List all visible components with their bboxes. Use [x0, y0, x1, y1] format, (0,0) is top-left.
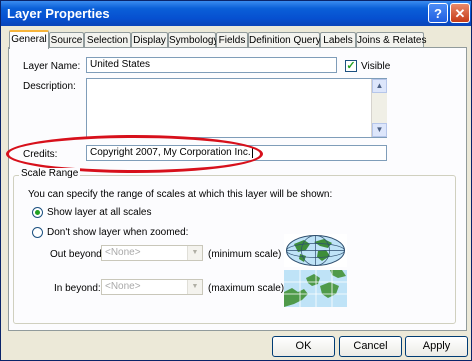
tab-fields[interactable]: Fields: [216, 32, 248, 48]
out-beyond-hint: (minimum scale): [208, 249, 282, 260]
description-label: Description:: [23, 81, 76, 92]
scroll-down-icon[interactable]: ▼: [372, 123, 387, 137]
scale-range-intro: You can specify the range of scales at w…: [28, 189, 333, 200]
in-beyond-hint: (maximum scale): [208, 283, 285, 294]
close-button[interactable]: ✕: [450, 3, 470, 23]
dont-show-zoomed-radio[interactable]: [32, 227, 43, 238]
visible-label: Visible: [361, 61, 391, 72]
title-bar[interactable]: Layer Properties ? ✕: [1, 1, 471, 26]
cancel-button[interactable]: Cancel: [339, 336, 402, 357]
window-title: Layer Properties: [7, 6, 110, 21]
map-zoomed-icon: [284, 270, 347, 307]
tab-symbology[interactable]: Symbology: [168, 32, 218, 48]
visible-checkbox[interactable]: ✓: [345, 60, 357, 72]
tab-source[interactable]: Source: [49, 32, 84, 48]
out-beyond-value: <None>: [105, 247, 141, 258]
layer-properties-dialog: Layer Properties ? ✕ General Source Sele…: [0, 0, 472, 361]
apply-button[interactable]: Apply: [405, 336, 468, 357]
globe-icon: [284, 234, 347, 267]
tab-joins-relates[interactable]: Joins & Relates: [356, 32, 426, 48]
description-field[interactable]: [86, 78, 387, 138]
in-beyond-select[interactable]: <None> ▼: [101, 279, 203, 295]
scale-range-group-label: Scale Range: [19, 168, 81, 179]
tab-selection[interactable]: Selection: [84, 32, 131, 48]
layer-name-label: Layer Name:: [23, 61, 81, 72]
tab-display[interactable]: Display: [131, 32, 168, 48]
tab-definition-query[interactable]: Definition Query: [248, 32, 321, 48]
out-beyond-label: Out beyond:: [50, 249, 105, 260]
chevron-down-icon[interactable]: ▼: [187, 280, 202, 294]
chevron-down-icon[interactable]: ▼: [187, 246, 202, 260]
tab-general[interactable]: General: [9, 30, 49, 49]
layer-name-field[interactable]: United States: [86, 57, 337, 73]
description-scrollbar[interactable]: ▲ ▼: [371, 79, 387, 137]
in-beyond-label: In beyond:: [54, 283, 101, 294]
ok-button[interactable]: OK: [272, 336, 335, 357]
show-all-scales-radio[interactable]: [32, 207, 43, 218]
tab-labels[interactable]: Labels: [320, 32, 356, 48]
out-beyond-select[interactable]: <None> ▼: [101, 245, 203, 261]
dont-show-zoomed-label: Don't show layer when zoomed:: [47, 227, 189, 238]
help-button[interactable]: ?: [428, 3, 448, 23]
in-beyond-value: <None>: [105, 281, 141, 292]
scroll-up-icon[interactable]: ▲: [372, 79, 387, 93]
show-all-scales-label: Show layer at all scales: [47, 207, 152, 218]
